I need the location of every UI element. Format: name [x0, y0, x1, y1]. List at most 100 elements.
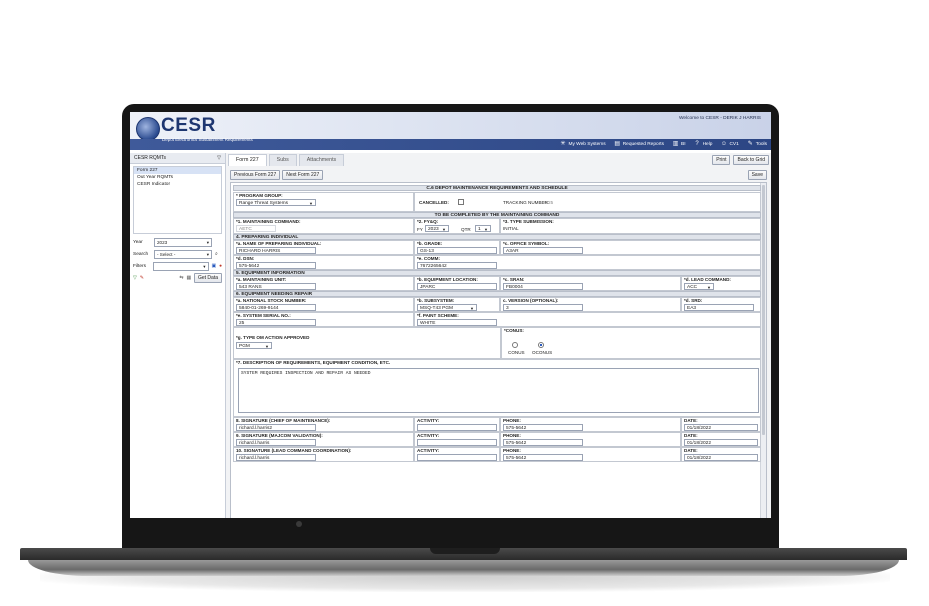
comm-field[interactable]: 7672265642	[417, 262, 497, 269]
date8-field[interactable]: 01/18/2022	[684, 424, 758, 431]
chart-icon: ▥	[672, 141, 679, 147]
nav-requested-reports[interactable]: ▤ Requested Reports	[614, 141, 664, 148]
nav-user[interactable]: ☺ CV1	[720, 141, 739, 148]
maint-cmd-cell: *1. MAINTAINING COMMAND: AETC	[233, 218, 414, 234]
form-title: C.6 DEPOT MAINTENANCE REQUIREMENTS AND S…	[233, 185, 761, 191]
office-field[interactable]: A3AR	[503, 247, 583, 254]
back-to-grid-button[interactable]: Back to Grid	[733, 155, 769, 165]
subsystem-select[interactable]: MSQ-T43 PGM ▼	[417, 304, 477, 311]
version-cell: c. VERSION (OPTIONAL): 3	[500, 297, 681, 312]
sidebar-item-indicator[interactable]: CESR Indicator	[134, 181, 221, 188]
dsn-field[interactable]: 575-5642	[236, 262, 316, 269]
lead-cmd-select[interactable]: ACC ▼	[684, 283, 714, 290]
search-row: Search - Select - ▾ ⌕	[130, 248, 225, 260]
paint-cell: *f. PAINT SCHEME: WHITE	[414, 312, 761, 327]
app-header: CESR Welcome to CESR - DERIK J HARRIS De…	[130, 112, 771, 150]
maint-unit-field[interactable]: 543 RANS	[236, 283, 316, 290]
tab-attachments[interactable]: Attachments	[298, 154, 345, 166]
chevron-down-icon: ▾	[206, 239, 209, 245]
phone10-field[interactable]: 575-5642	[503, 454, 583, 461]
main-panel: Form 227 Subs Attachments Print Back to …	[226, 153, 771, 518]
previous-form-button[interactable]: Previous Form 227	[230, 170, 281, 180]
serial-field[interactable]: 25	[236, 319, 316, 326]
name-field[interactable]: RICHARD HARRIS	[236, 247, 316, 254]
search-select[interactable]: - Select - ▾	[154, 249, 212, 259]
save-button[interactable]: Save	[747, 170, 767, 180]
chevron-down-icon: ▾	[203, 263, 206, 269]
sig10-field[interactable]: richard.l.harris	[236, 454, 316, 461]
cancelled-checkbox[interactable]	[458, 199, 464, 205]
fy-select[interactable]: 2023 ▼	[425, 225, 449, 232]
type-submission-value: INITIAL	[503, 226, 519, 231]
sig9-cell: 9. SIGNATURE (MAJCOM VALIDATION): richar…	[233, 432, 414, 447]
cancelled-label: CANCELLED:	[419, 200, 449, 205]
sidebar: CESR RQMTs ▽ Form 227 Out Year RQMTs CES…	[130, 153, 226, 518]
phone9-field[interactable]: 575-5642	[503, 439, 583, 446]
phone8-field[interactable]: 575-5642	[503, 424, 583, 431]
activity10-field[interactable]	[417, 454, 497, 461]
version-field[interactable]: 3	[503, 304, 583, 311]
date10-field[interactable]: 01/18/2022	[684, 454, 758, 461]
activity9-field[interactable]	[417, 439, 497, 446]
sig8-field[interactable]: richard.l.harris2	[236, 424, 316, 431]
equip-loc-field[interactable]: JPARC	[417, 283, 497, 290]
om-select[interactable]: PGM ▼	[236, 342, 272, 349]
user-icon: ☺	[720, 141, 728, 147]
nav-help[interactable]: ? Help	[694, 141, 712, 148]
date8-cell: DATE: 01/18/2022	[681, 417, 761, 432]
nav-my-web-systems[interactable]: ✳ My Web Systems	[559, 141, 605, 148]
next-form-button[interactable]: Next Form 227	[282, 170, 324, 180]
fyq-cell: *2. FY&Q: FY 2023 ▼ QTR 1 ▼	[414, 218, 500, 234]
get-data-button[interactable]: Get Data	[193, 273, 222, 283]
paint-field[interactable]: WHITE	[417, 319, 497, 326]
tools-icon: ✎	[747, 141, 753, 147]
sidebar-item-out-year[interactable]: Out Year RQMTs	[134, 174, 221, 181]
year-row: Year 2023 ▾	[130, 236, 225, 248]
sran-cell: *c. SRAN: FB0004	[500, 276, 681, 291]
tab-form-227[interactable]: Form 227	[228, 154, 267, 166]
filters-select[interactable]: ▾	[153, 261, 209, 271]
qtr-select[interactable]: 1 ▼	[475, 225, 491, 232]
clear-filter-icon[interactable]: ●	[219, 264, 222, 269]
print-button[interactable]: Print	[712, 155, 731, 165]
sig10-cell: 10. SIGNATURE (LEAD COMMAND COORDINATION…	[233, 447, 414, 462]
srd-field[interactable]: EA3	[684, 304, 754, 311]
pin-icon[interactable]: ✎	[140, 276, 144, 281]
funnel-small-icon[interactable]: ▽	[133, 276, 137, 281]
laptop-base-lip	[28, 560, 899, 576]
conus-cell: *CONUS: CONUS OCONUS	[501, 327, 761, 359]
tab-subs[interactable]: Subs	[268, 154, 297, 166]
save-filter-icon[interactable]: ▣	[212, 264, 217, 269]
search-icon[interactable]: ⌕	[215, 251, 218, 257]
nav-bi[interactable]: ▥ BI	[672, 141, 686, 148]
phone8-cell: PHONE: 575-5642	[500, 417, 681, 432]
record-nav: Previous Form 227 Next Form 227	[230, 170, 324, 180]
date9-field[interactable]: 01/18/2022	[684, 439, 758, 446]
sran-field[interactable]: FB0004	[503, 283, 583, 290]
activity9-cell: ACTIVITY:	[414, 432, 500, 447]
logo-text: CESR	[161, 115, 216, 136]
sidebar-item-form-227[interactable]: Form 227	[134, 167, 221, 174]
cesr-logo-icon	[136, 117, 160, 141]
sidebar-title: CESR RQMTs	[134, 155, 166, 161]
grid-icon[interactable]: ▦	[186, 276, 191, 281]
office-cell: *c. OFFICE SYMBOL: A3AR	[500, 240, 761, 255]
year-select[interactable]: 2023 ▾	[154, 237, 212, 247]
nav-tools[interactable]: ✎ Tools	[747, 141, 767, 148]
funnel-icon[interactable]: ▽	[217, 155, 221, 161]
scrollbar-thumb[interactable]	[762, 185, 765, 435]
conus-radio[interactable]	[512, 342, 518, 348]
oconus-radio[interactable]	[538, 342, 544, 348]
nsn-field[interactable]: 5840-01-269-9144	[236, 304, 316, 311]
description-textarea[interactable]: SYSTEM REQUIRES INSPECTION AND REPAIR AS…	[238, 368, 759, 413]
maint-unit-cell: *a. MAINTAINING UNIT: 543 RANS	[233, 276, 414, 291]
arrows-icon[interactable]: ⇆	[179, 276, 183, 281]
grade-field[interactable]: GS-13	[417, 247, 497, 254]
program-group-select[interactable]: Range Threat Systems ▼	[236, 199, 316, 206]
save-wrap: Save	[747, 170, 767, 180]
maint-cmd-field[interactable]: AETC	[236, 225, 276, 232]
cancelled-cell: CANCELLED: TRACKING NUMBER: 2825	[414, 192, 761, 212]
sig9-field[interactable]: richard.l.harris	[236, 439, 316, 446]
activity8-field[interactable]	[417, 424, 497, 431]
report-icon: ▤	[614, 141, 621, 147]
